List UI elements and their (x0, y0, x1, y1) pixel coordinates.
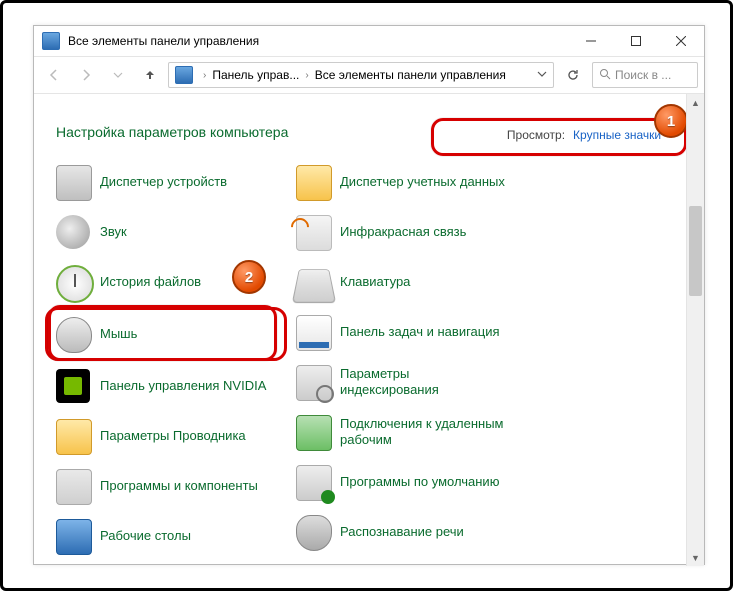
search-icon (599, 68, 611, 83)
callout-badge: 2 (232, 260, 266, 294)
control-panel-item[interactable]: Программы по умолчанию (296, 458, 536, 506)
control-panel-item[interactable]: Параметры индексирования (296, 358, 536, 406)
file-history-icon (56, 265, 90, 299)
speech-recognition-icon (296, 515, 330, 549)
address-bar-dropdown-icon[interactable] (531, 68, 553, 82)
titlebar: Все элементы панели управления (34, 26, 704, 57)
control-panel-item[interactable]: Подключения к удаленным рабочим (296, 408, 536, 456)
close-button[interactable] (658, 26, 704, 56)
device-manager-icon (56, 165, 90, 199)
programs-features-icon (56, 469, 90, 503)
control-panel-item[interactable]: Диспетчер учетных данных (296, 158, 536, 206)
forward-button[interactable] (72, 61, 100, 89)
remote-desktop-icon (296, 415, 330, 449)
search-placeholder: Поиск в ... (615, 68, 671, 82)
desktops-icon (56, 519, 90, 553)
breadcrumb[interactable]: Панель управ... (210, 68, 301, 82)
content-header: Настройка параметров компьютера Просмотр… (34, 94, 704, 158)
vertical-scrollbar[interactable]: ▲ ▼ (686, 94, 704, 566)
nvidia-icon (56, 369, 90, 403)
control-panel-item[interactable]: Инфракрасная связь (296, 208, 536, 256)
recent-locations-button[interactable] (104, 61, 132, 89)
refresh-button[interactable] (558, 62, 588, 88)
annotated-frame: Все элементы панели управления (0, 0, 733, 591)
explorer-options-icon (56, 419, 90, 453)
items-grid: Диспетчер устройств Звук История файлов … (34, 158, 704, 566)
control-panel-item[interactable]: Диспетчер устройств (56, 158, 296, 206)
back-button[interactable] (40, 61, 68, 89)
mouse-icon (56, 317, 90, 351)
control-panel-item[interactable]: Панель задач и навигация (296, 308, 536, 356)
control-panel-icon (42, 32, 60, 50)
default-programs-icon (296, 465, 330, 499)
breadcrumb-separator-icon[interactable]: › (199, 70, 210, 81)
control-panel-item[interactable]: Распознавание речи (296, 508, 536, 556)
taskbar-nav-icon (296, 315, 330, 349)
control-panel-item[interactable]: Звук (56, 208, 296, 256)
scrollbar-thumb[interactable] (689, 206, 702, 296)
page-title: Настройка параметров компьютера (56, 124, 288, 140)
keyboard-icon (296, 265, 330, 299)
scroll-down-button[interactable]: ▼ (687, 549, 704, 566)
maximize-button[interactable] (613, 26, 658, 56)
view-by-label: Просмотр: (507, 128, 565, 142)
control-panel-item[interactable]: Рабочие столы (56, 512, 296, 560)
credential-manager-icon (296, 165, 330, 199)
toolbar: › Панель управ... › Все элементы панели … (34, 57, 704, 94)
control-panel-window: Все элементы панели управления (33, 25, 705, 565)
control-panel-item-mouse[interactable]: Мышь (46, 308, 286, 360)
window-buttons (568, 26, 704, 56)
indexing-options-icon (296, 365, 330, 399)
control-panel-icon (175, 66, 193, 84)
search-input[interactable]: Поиск в ... (592, 62, 698, 88)
callout-badge: 1 (654, 104, 688, 138)
breadcrumb[interactable]: Все элементы панели управления (313, 68, 508, 82)
window-title: Все элементы панели управления (68, 34, 568, 48)
control-panel-item[interactable]: Клавиатура (296, 258, 536, 306)
minimize-button[interactable] (568, 26, 613, 56)
control-panel-item[interactable]: Программы и компоненты (56, 462, 296, 510)
items-column-right: Диспетчер учетных данных Инфракрасная св… (296, 158, 536, 562)
items-column-left: Диспетчер устройств Звук История файлов … (56, 158, 296, 562)
address-bar[interactable]: › Панель управ... › Все элементы панели … (168, 62, 554, 88)
up-button[interactable] (136, 61, 164, 89)
control-panel-item[interactable]: Параметры Проводника (56, 412, 296, 460)
infrared-icon (296, 215, 330, 249)
breadcrumb-separator-icon[interactable]: › (301, 70, 312, 81)
sound-icon (56, 215, 90, 249)
content-area: Настройка параметров компьютера Просмотр… (34, 94, 704, 566)
scroll-up-button[interactable]: ▲ (687, 94, 704, 111)
control-panel-item[interactable]: Панель управления NVIDIA (56, 362, 296, 410)
